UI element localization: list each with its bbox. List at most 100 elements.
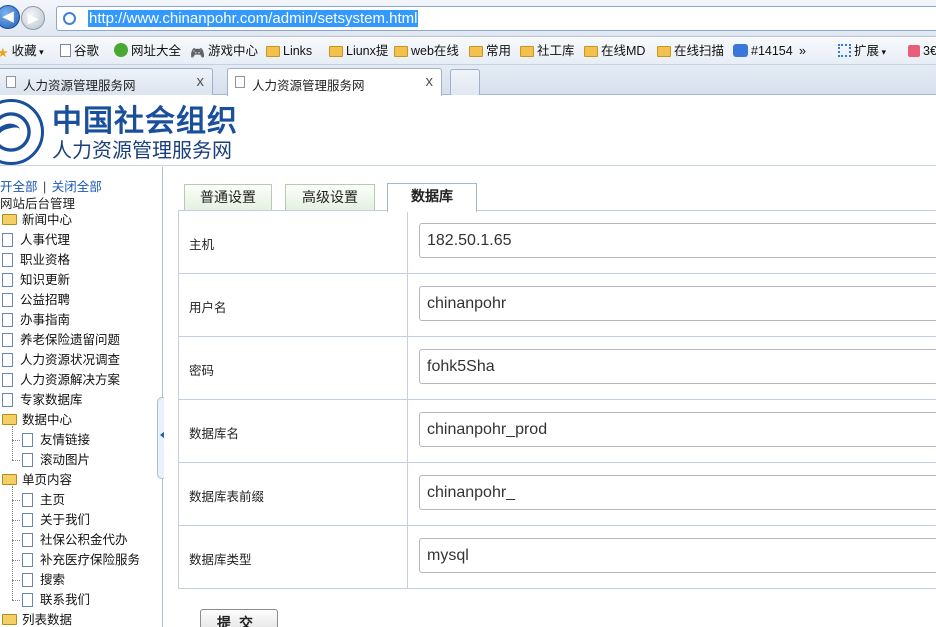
form-row: 主机 <box>179 211 936 274</box>
sidebar-tree-item[interactable]: 补充医疗保险服务 <box>22 550 140 570</box>
form-row: 数据库类型 <box>179 526 936 589</box>
tree-connector <box>12 500 20 501</box>
field-label: 用户名 <box>189 301 227 315</box>
page-icon <box>22 513 33 527</box>
tab-title: 人力资源管理服务网 <box>23 79 136 93</box>
url-text[interactable]: http://www.chinanpohr.com/admin/setsyste… <box>88 10 419 27</box>
sidebar-tree-item[interactable]: 社保公积金代办 <box>22 530 128 550</box>
sidebar-tree-item[interactable]: 人事代理 <box>2 230 70 250</box>
field-input[interactable] <box>419 286 936 321</box>
page-icon <box>22 553 33 567</box>
tree-item-label: 养老保险遗留问题 <box>20 333 121 347</box>
page-icon <box>22 593 33 607</box>
column-divider <box>407 337 408 400</box>
field-input[interactable] <box>419 223 936 258</box>
sidebar-tree-item[interactable]: 列表数据 <box>2 610 72 627</box>
sidebar-tree-item[interactable]: 关于我们 <box>22 510 90 530</box>
bookmark-item[interactable]: 常用 <box>469 43 511 60</box>
bookmark-item[interactable]: 在线MD <box>584 43 645 60</box>
star-icon: ★ <box>0 45 9 60</box>
bookmark-label: Links <box>283 44 313 58</box>
sidebar-tree-item[interactable]: 联系我们 <box>22 590 90 610</box>
bookmark-item[interactable]: 3€ <box>908 43 936 60</box>
new-tab-button[interactable] <box>450 69 480 95</box>
bookmark-item[interactable]: 在线扫描 <box>657 43 724 60</box>
tab-close-button[interactable]: x <box>426 73 434 90</box>
submit-button[interactable]: 提交 <box>200 609 278 627</box>
sidebar-tree-item[interactable]: 办事指南 <box>2 310 70 330</box>
tab-advanced-settings[interactable]: 高级设置 <box>285 184 375 211</box>
field-input[interactable] <box>419 475 936 510</box>
sidebar-tree-item[interactable]: 人力资源状况调查 <box>2 350 120 370</box>
browser-tab-active[interactable]: 人力资源管理服务网 x <box>227 68 442 96</box>
bookmark-item[interactable]: Links <box>266 43 312 60</box>
sidebar-tree-item[interactable]: 人力资源解决方案 <box>2 370 120 390</box>
folder-icon <box>394 46 408 57</box>
sidebar-tree-item[interactable]: 主页 <box>22 490 65 510</box>
sidebar-tree-item[interactable]: 职业资格 <box>2 250 70 270</box>
tab-close-button[interactable]: x <box>197 73 205 90</box>
field-input[interactable] <box>419 349 936 384</box>
bookmark-item[interactable]: » <box>799 43 806 60</box>
page-icon <box>63 12 76 25</box>
collapse-all-link[interactable]: 关闭全部 <box>52 180 102 194</box>
bookmark-label: 3€ <box>923 44 936 58</box>
bookmark-label: 谷歌 <box>74 44 100 58</box>
expand-all-link[interactable]: 开全部 <box>0 180 38 194</box>
bookmark-label: 在线MD <box>601 44 646 58</box>
tab-general-settings[interactable]: 普通设置 <box>184 184 272 211</box>
sidebar-tree-item[interactable]: 专家数据库 <box>2 390 83 410</box>
bookmark-item[interactable]: #14154 <box>733 43 793 60</box>
bookmark-item[interactable]: 扩展 ▾ <box>838 43 886 60</box>
folder-icon <box>520 46 534 57</box>
extension-icon <box>908 45 920 57</box>
sidebar-tree-item[interactable]: 搜索 <box>22 570 65 590</box>
field-input[interactable] <box>419 412 936 447</box>
tree-item-label: 滚动图片 <box>40 453 91 467</box>
address-bar[interactable]: http://www.chinanpohr.com/admin/setsyste… <box>56 6 936 31</box>
bookmark-item[interactable]: ★ 收藏 ▾ <box>0 43 44 60</box>
bookmark-label: web在线 <box>411 44 459 58</box>
form-row: 数据库表前缀 <box>179 463 936 526</box>
tree-item-label: 关于我们 <box>40 513 91 527</box>
bookmark-item[interactable]: 🎮 游戏中心 <box>190 43 258 60</box>
sidebar-tree-item[interactable]: 知识更新 <box>2 270 70 290</box>
browser-address-row: ◀ ▶ http://www.chinanpohr.com/admin/sets… <box>0 0 936 37</box>
apps-icon <box>838 44 851 57</box>
back-button[interactable]: ◀ <box>0 5 20 29</box>
page-icon <box>2 333 13 347</box>
sidebar-tree-item[interactable]: 养老保险遗留问题 <box>2 330 120 350</box>
page-icon <box>22 533 33 547</box>
bookmark-item[interactable]: 谷歌 <box>60 43 99 60</box>
field-label: 密码 <box>189 364 215 378</box>
form-row: 用户名 <box>179 274 936 337</box>
page-icon <box>2 273 13 287</box>
browser-tab-strip: 人力资源管理服务网 x 人力资源管理服务网 x <box>0 65 936 96</box>
field-label: 主机 <box>189 238 215 252</box>
bookmark-item[interactable]: 社工库 <box>520 43 575 60</box>
bookmark-item[interactable]: Liunx提 <box>329 43 388 60</box>
tree-item-label: 人事代理 <box>20 233 71 247</box>
settings-form: 主机用户名密码数据库名数据库表前缀数据库类型 <box>178 210 936 589</box>
bookmark-item[interactable]: 网址大全 <box>114 43 181 60</box>
browser-tab[interactable]: 人力资源管理服务网 x <box>0 68 213 95</box>
sidebar-tree-item[interactable]: 新闻中心 <box>2 210 72 230</box>
column-divider <box>407 400 408 463</box>
folder-icon <box>266 46 280 57</box>
bookmark-label: 收藏 <box>11 44 37 58</box>
field-label: 数据库名 <box>189 427 240 441</box>
bookmark-label: 常用 <box>486 44 512 58</box>
forward-button[interactable]: ▶ <box>21 6 45 30</box>
sidebar-tree-item[interactable]: 公益招聘 <box>2 290 70 310</box>
bookmark-label: » <box>799 44 806 58</box>
separator: | <box>43 180 47 194</box>
page-icon <box>2 373 13 387</box>
page-icon <box>2 253 13 267</box>
page-icon <box>22 433 33 447</box>
site-header: 中国社会组织 人力资源管理服务网 <box>0 96 936 166</box>
sidebar-tree-item[interactable]: 友情链接 <box>22 430 90 450</box>
sidebar-tree-item[interactable]: 滚动图片 <box>22 450 90 470</box>
field-input[interactable] <box>419 538 936 573</box>
tab-database[interactable]: 数据库 <box>387 183 477 212</box>
bookmark-item[interactable]: web在线 <box>394 43 459 60</box>
